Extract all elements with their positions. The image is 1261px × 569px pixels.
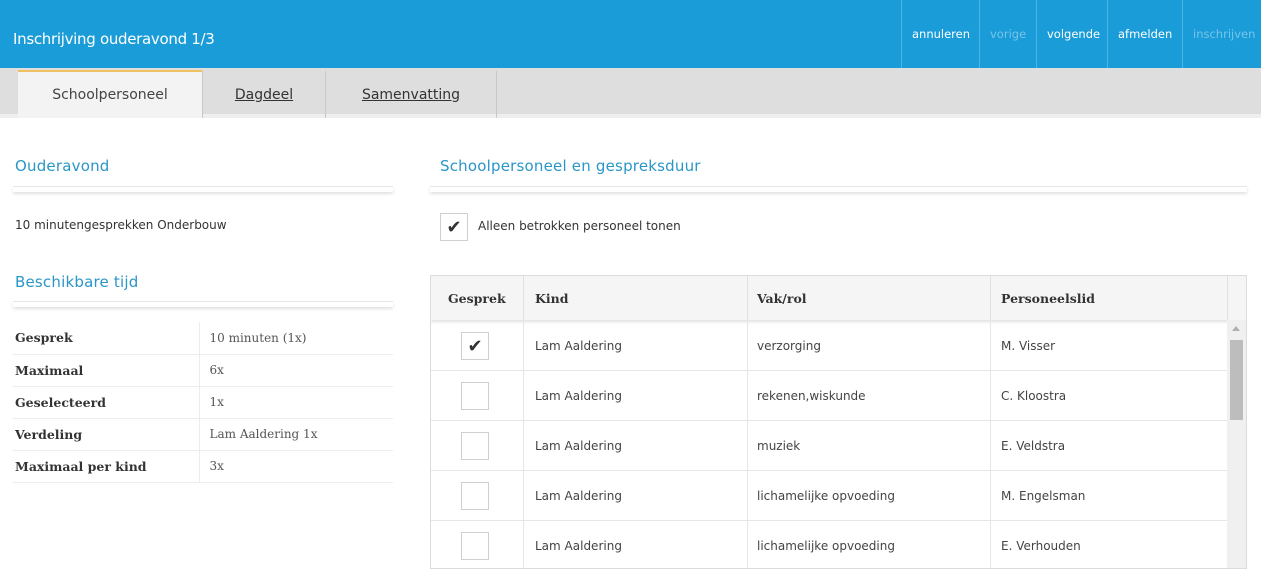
gesprek-cell [461, 471, 489, 521]
table-row[interactable]: Lam Aaldering muziek E. Veldstra [431, 421, 1228, 471]
info-row: Maximaal per kind 3x [13, 450, 393, 483]
action-bar: annuleren vorige volgende afmelden insch… [901, 0, 1261, 68]
info-key: Verdeling [13, 418, 199, 451]
kind-cell: Lam Aaldering [535, 489, 622, 503]
table-row[interactable]: ✔ Lam Aaldering verzorging M. Visser [431, 321, 1228, 371]
gesprek-checkbox[interactable] [461, 432, 489, 460]
beschikbare-tijd-table: Gesprek 10 minuten (1x) Maximaal 6x Gesele… [13, 322, 393, 483]
vak-cell: muziek [757, 439, 801, 453]
personeel-cell: E. Verhouden [1001, 539, 1081, 553]
gesprek-checkbox[interactable] [461, 382, 489, 410]
column-divider [747, 276, 748, 320]
column-divider [747, 321, 748, 371]
info-row: Geselecteerd 1x [13, 386, 393, 419]
annuleren-button[interactable]: annuleren [901, 0, 979, 68]
column-header-kind[interactable]: Kind [535, 276, 568, 320]
gesprek-cell: ✔ [461, 321, 489, 371]
tab-schoolpersoneel[interactable]: Schoolpersoneel [18, 70, 202, 118]
kind-cell: Lam Aaldering [535, 339, 622, 353]
ouderavond-value: 10 minutengesprekken Onderbouw [15, 218, 227, 232]
table-row[interactable]: Lam Aaldering lichamelijke opvoeding E. … [431, 521, 1228, 568]
info-key: Geselecteerd [13, 386, 199, 419]
section-divider [430, 186, 1247, 192]
kind-cell: Lam Aaldering [535, 439, 622, 453]
column-header-gesprek[interactable]: Gesprek [448, 276, 506, 320]
gesprek-cell [461, 521, 489, 568]
column-header-vak[interactable]: Vak/rol [757, 276, 807, 320]
info-value: 1x [198, 386, 393, 419]
scroll-thumb[interactable] [1230, 340, 1243, 420]
column-divider [747, 521, 748, 568]
info-row: Maximaal 6x [13, 354, 393, 387]
column-divider [523, 471, 524, 521]
grid-scrollbar[interactable] [1227, 320, 1246, 568]
scroll-up-arrow-icon[interactable] [1232, 326, 1240, 331]
column-divider [523, 521, 524, 568]
column-divider [523, 371, 524, 421]
personeel-cell: M. Visser [1001, 339, 1056, 353]
column-divider [523, 421, 524, 471]
tab-dagdeel[interactable]: Dagdeel [203, 71, 325, 118]
column-divider [990, 471, 991, 521]
app-title: Inschrijving ouderavond 1/3 [13, 30, 215, 48]
info-row: Verdeling Lam Aaldering 1x [13, 418, 393, 451]
tab-divider [496, 71, 497, 118]
vak-cell: lichamelijke opvoeding [757, 489, 895, 503]
filter-label: Alleen betrokken personeel tonen [478, 219, 681, 233]
column-divider [990, 421, 991, 471]
check-icon: ✔ [467, 335, 483, 357]
info-value: 6x [198, 354, 393, 387]
gesprek-cell [461, 371, 489, 421]
personeel-cell: C. Kloostra [1001, 389, 1067, 403]
column-divider [990, 521, 991, 568]
vak-cell: lichamelijke opvoeding [757, 539, 895, 553]
info-key: Gesprek [13, 322, 199, 355]
info-value: 10 minuten (1x) [198, 322, 393, 355]
column-divider [990, 276, 991, 320]
info-value: Lam Aaldering 1x [198, 418, 393, 451]
gesprek-cell [461, 421, 489, 471]
vak-cell: rekenen,wiskunde [757, 389, 866, 403]
column-divider [990, 321, 991, 371]
column-divider [523, 321, 524, 371]
section-divider [13, 186, 393, 192]
beschikbare-tijd-title: Beschikbare tijd [15, 273, 139, 291]
personeel-grid: Gesprek Kind Vak/rol Personeelslid ✔ Lam… [430, 275, 1247, 569]
column-divider [747, 471, 748, 521]
column-header-personeelslid[interactable]: Personeelslid [1001, 276, 1095, 320]
info-row: Gesprek 10 minuten (1x) [13, 322, 393, 355]
vak-cell: verzorging [757, 339, 821, 353]
info-key: Maximaal per kind [13, 450, 199, 483]
volgende-button[interactable]: volgende [1036, 0, 1107, 68]
filter-checkbox[interactable]: ✔ [440, 213, 468, 241]
table-row[interactable]: Lam Aaldering lichamelijke opvoeding M. … [431, 471, 1228, 521]
column-divider [990, 371, 991, 421]
top-bar: Inschrijving ouderavond 1/3 annuleren vo… [0, 0, 1261, 68]
info-value: 3x [198, 450, 393, 483]
personeel-cell: M. Engelsman [1001, 489, 1086, 503]
tab-bar: Schoolpersoneel Dagdeel Samenvatting [0, 68, 1261, 118]
column-divider [1227, 276, 1228, 320]
afmelden-button[interactable]: afmelden [1107, 0, 1182, 68]
table-row[interactable]: Lam Aaldering rekenen,wiskunde C. Kloost… [431, 371, 1228, 421]
ouderavond-title: Ouderavond [15, 157, 110, 175]
check-icon: ✔ [446, 216, 462, 238]
personeel-cell: E. Veldstra [1001, 439, 1066, 453]
column-divider [523, 276, 524, 320]
gesprek-checkbox[interactable]: ✔ [461, 332, 489, 360]
gesprek-checkbox[interactable] [461, 532, 489, 560]
vorige-button[interactable]: vorige [979, 0, 1036, 68]
tab-samenvatting[interactable]: Samenvatting [326, 71, 496, 118]
gesprek-checkbox[interactable] [461, 482, 489, 510]
grid-header: Gesprek Kind Vak/rol Personeelslid [431, 276, 1246, 320]
info-key: Maximaal [13, 354, 199, 387]
schoolpersoneel-title: Schoolpersoneel en gespreksduur [440, 157, 701, 175]
column-divider [747, 421, 748, 471]
section-divider [13, 301, 393, 307]
inschrijven-button[interactable]: inschrijven [1182, 0, 1261, 68]
kind-cell: Lam Aaldering [535, 389, 622, 403]
column-divider [747, 371, 748, 421]
kind-cell: Lam Aaldering [535, 539, 622, 553]
